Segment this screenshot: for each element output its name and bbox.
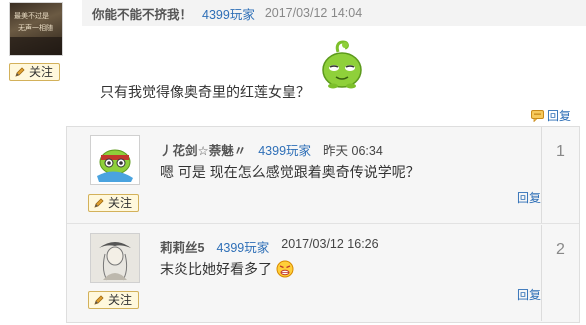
floor-number: 2	[541, 225, 579, 321]
comment-text: 嗯 可是 现在怎么感觉跟着奥奇传说学呢？	[160, 164, 420, 180]
avatar-shade	[10, 37, 62, 55]
reply-label: 回复	[547, 109, 572, 123]
avatar-text: 最美不过是	[14, 12, 49, 20]
follow-button[interactable]: 关注	[88, 194, 140, 212]
comment-content: 嗯 可是 现在怎么感觉跟着奥奇传说学呢？	[160, 162, 420, 182]
comment-list: 关注 丿花剑☆萘魅〃 4399玩家 昨天 06:34 嗯 可是 现在怎么感觉跟着…	[66, 126, 580, 323]
comment-reply-button[interactable]: 回复	[517, 189, 541, 206]
green-monster-avatar-icon	[91, 136, 139, 184]
reply-bubble-icon	[531, 109, 544, 122]
post-header: 你能不能不挤我！ 4399玩家 2017/03/12 14:04	[82, 0, 586, 26]
comment-header: 丿花剑☆萘魅〃 4399玩家 昨天 06:34	[160, 140, 383, 159]
comment-date: 昨天 06:34	[323, 144, 383, 158]
comment-author-tag[interactable]: 4399玩家	[258, 140, 311, 159]
green-monster-sticker-icon	[322, 40, 362, 89]
post-content: 只有我觉得像奥奇里的红莲女皇？	[100, 84, 310, 100]
avatar-text: 无声一相随	[18, 24, 53, 32]
comment-item: 关注 丿花剑☆萘魅〃 4399玩家 昨天 06:34 嗯 可是 现在怎么感觉跟着…	[67, 127, 579, 224]
post-date: 2017/03/12 14:04	[264, 6, 363, 20]
comment-item: 关注 莉莉丝5 4399玩家 2017/03/12 16:26 末炎比她好看多了…	[67, 225, 579, 321]
follow-label: 关注	[108, 293, 133, 307]
author-tag[interactable]: 4399玩家	[202, 4, 255, 23]
follow-button[interactable]: 关注	[88, 291, 140, 309]
floor-number: 1	[541, 127, 579, 223]
comment-avatar[interactable]	[90, 135, 140, 185]
comment-text: 末炎比她好看多了	[160, 261, 272, 277]
comment-content: 末炎比她好看多了	[160, 259, 294, 279]
follow-label: 关注	[29, 65, 54, 79]
pencil-icon	[15, 67, 25, 77]
sketch-girl-avatar-icon	[91, 234, 139, 282]
follow-button[interactable]: 关注	[9, 63, 61, 81]
pencil-icon	[94, 198, 104, 208]
comment-date: 2017/03/12 16:26	[281, 237, 379, 251]
follow-label: 关注	[108, 196, 133, 210]
comment-header: 莉莉丝5 4399玩家 2017/03/12 16:26	[160, 237, 379, 256]
comment-author[interactable]: 丿花剑☆萘魅〃	[160, 140, 246, 159]
pencil-icon	[94, 295, 104, 305]
comment-reply-button[interactable]: 回复	[517, 286, 541, 303]
comment-author-tag[interactable]: 4399玩家	[216, 237, 269, 256]
author-avatar[interactable]: 最美不过是 无声一相随	[9, 2, 63, 56]
angry-face-icon	[276, 260, 294, 278]
comment-author[interactable]: 莉莉丝5	[160, 237, 204, 256]
post-reply-button[interactable]: 回复	[531, 107, 571, 124]
author-name[interactable]: 你能不能不挤我！	[92, 4, 192, 23]
comment-avatar[interactable]	[90, 233, 140, 283]
